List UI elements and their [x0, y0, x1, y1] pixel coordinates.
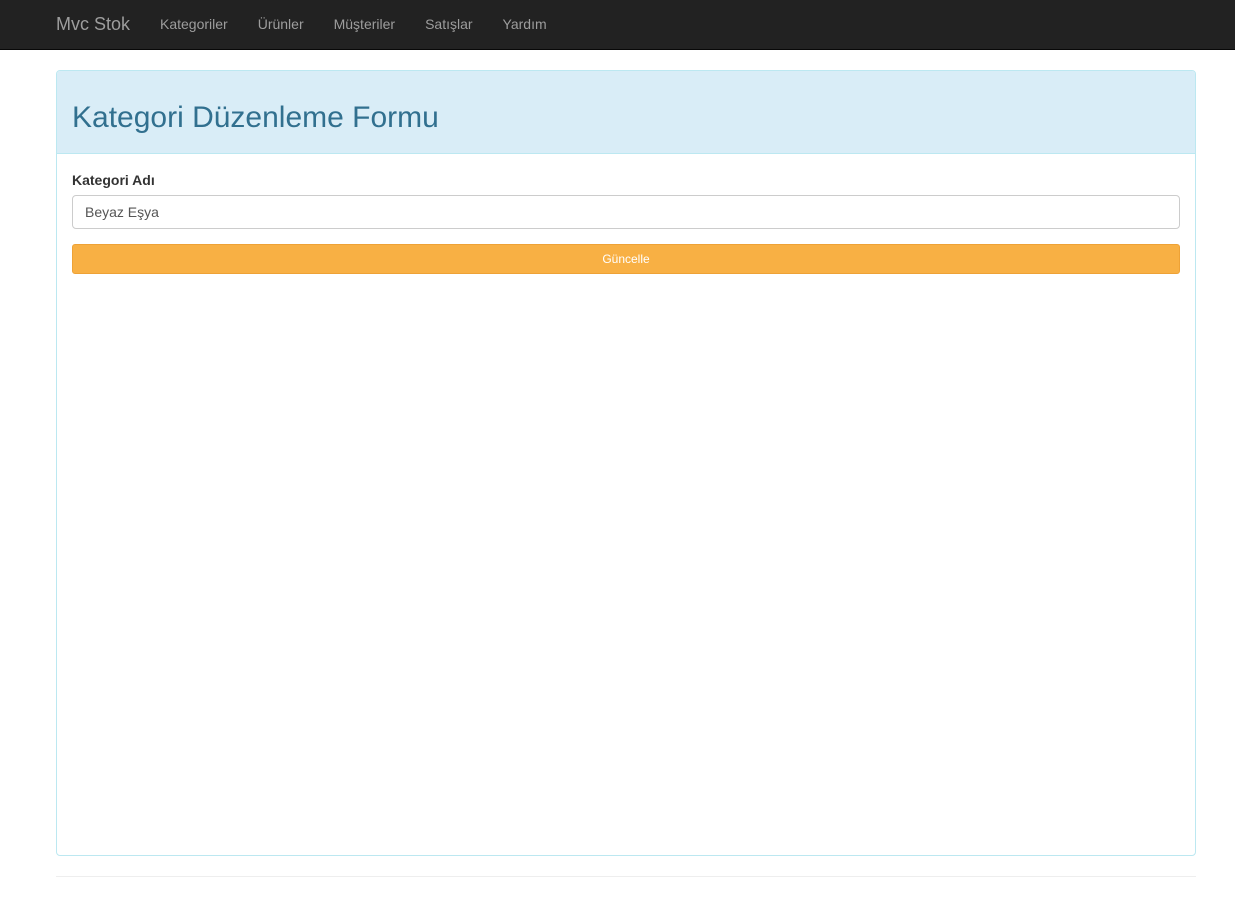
nav-item-yardim[interactable]: Yardım	[488, 0, 562, 49]
navbar: Mvc Stok Kategoriler Ürünler Müşteriler …	[0, 0, 1235, 50]
footer-divider	[56, 876, 1196, 877]
edit-category-panel: Kategori Düzenleme Formu Kategori Adı Gü…	[56, 70, 1196, 856]
panel-body: Kategori Adı Güncelle	[57, 154, 1195, 274]
category-edit-form: Kategori Adı Güncelle	[72, 170, 1180, 274]
category-name-input[interactable]	[72, 195, 1180, 229]
category-name-label: Kategori Adı	[72, 172, 155, 188]
update-button[interactable]: Güncelle	[72, 244, 1180, 274]
nav-menu: Kategoriler Ürünler Müşteriler Satışlar …	[145, 0, 562, 49]
nav-item-urunler[interactable]: Ürünler	[243, 0, 319, 49]
nav-item-musteriler[interactable]: Müşteriler	[319, 0, 410, 49]
brand-link[interactable]: Mvc Stok	[56, 0, 130, 49]
nav-item-satislar[interactable]: Satışlar	[410, 0, 487, 49]
panel-heading: Kategori Düzenleme Formu	[57, 71, 1195, 154]
page-title: Kategori Düzenleme Formu	[72, 101, 439, 134]
nav-item-kategoriler[interactable]: Kategoriler	[145, 0, 243, 49]
